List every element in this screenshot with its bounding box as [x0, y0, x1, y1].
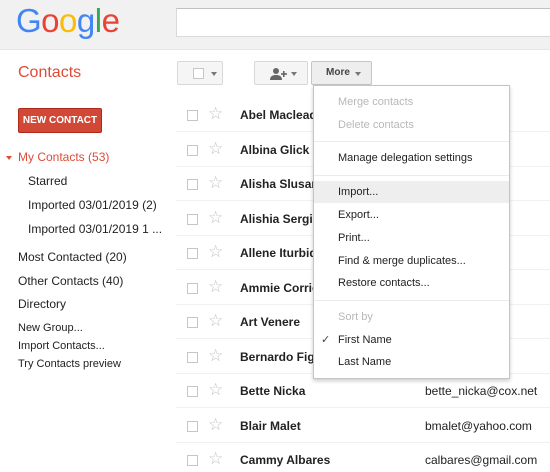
contact-name[interactable]: Abel Maclead: [240, 108, 317, 122]
google-logo[interactable]: Google: [16, 2, 120, 40]
chevron-down-icon: [211, 72, 217, 76]
add-person-icon: [270, 68, 287, 80]
row-checkbox[interactable]: [187, 420, 198, 432]
checkbox-icon: [193, 68, 204, 79]
star-icon[interactable]: ☆: [208, 173, 223, 193]
contact-email: bmalet@yahoo.com: [425, 418, 532, 433]
search-input[interactable]: [176, 8, 550, 37]
contact-name[interactable]: Bernardo Fige: [240, 350, 321, 364]
star-icon[interactable]: ☆: [208, 104, 223, 124]
sidebar-link-new-group[interactable]: New Group...: [18, 322, 83, 334]
contact-name[interactable]: Allene Iturbide: [240, 246, 323, 260]
sidebar-item-most-contacted[interactable]: Most Contacted (20): [18, 250, 127, 264]
menu-item-import[interactable]: Import...: [314, 181, 509, 203]
contact-name[interactable]: Blair Malet: [240, 419, 301, 433]
add-to-group-button[interactable]: [254, 61, 308, 85]
more-button[interactable]: More: [311, 61, 372, 85]
sidebar-item-imported-1[interactable]: Imported 03/01/2019 (2): [28, 198, 157, 212]
chevron-down-icon: [291, 72, 297, 76]
logo-letter: e: [101, 2, 120, 39]
row-checkbox[interactable]: [187, 144, 198, 156]
menu-separator: [314, 141, 509, 142]
menu-separator: [314, 300, 509, 301]
sidebar-item-starred[interactable]: Starred: [28, 174, 67, 188]
menu-item-manage-delegation[interactable]: Manage delegation settings: [314, 147, 509, 169]
star-icon[interactable]: ☆: [208, 242, 223, 262]
sidebar-link-import-contacts[interactable]: Import Contacts...: [18, 340, 105, 352]
more-dropdown-menu: Merge contacts Delete contacts Manage de…: [313, 85, 510, 379]
menu-header-sort-by: Sort by: [338, 311, 373, 323]
select-all-button[interactable]: [177, 61, 223, 85]
star-icon[interactable]: ☆: [208, 277, 223, 297]
contact-email: calbares@gmail.com: [425, 453, 538, 467]
row-checkbox[interactable]: [187, 455, 198, 466]
logo-letter: o: [41, 2, 60, 39]
row-checkbox[interactable]: [187, 317, 198, 328]
row-checkbox[interactable]: [187, 179, 198, 190]
app-title[interactable]: Contacts: [18, 64, 81, 82]
star-icon[interactable]: ☆: [208, 449, 223, 469]
contact-name[interactable]: Alisha Slusars: [240, 177, 323, 191]
checkmark-icon: ✓: [321, 333, 331, 346]
sidebar-item-other-contacts[interactable]: Other Contacts (40): [18, 274, 123, 288]
menu-item-print[interactable]: Print...: [314, 227, 509, 249]
more-button-label: More: [326, 67, 350, 78]
star-icon[interactable]: ☆: [208, 380, 223, 400]
menu-item-restore[interactable]: Restore contacts...: [314, 272, 509, 294]
chevron-down-icon: [355, 72, 361, 76]
sidebar-item-directory[interactable]: Directory: [18, 297, 66, 311]
menu-item-merge-contacts[interactable]: Merge contacts: [314, 91, 509, 113]
row-checkbox[interactable]: [187, 213, 198, 225]
table-row[interactable]: ☆ Cammy Albares calbares@gmail.com: [176, 443, 550, 472]
star-icon[interactable]: ☆: [208, 346, 223, 366]
contact-name[interactable]: Bette Nicka: [240, 384, 305, 398]
contact-name[interactable]: Albina Glick: [240, 143, 309, 157]
contact-name[interactable]: Alishia Sergi: [240, 212, 313, 226]
contact-name[interactable]: Cammy Albares: [240, 453, 330, 467]
logo-letter: l: [94, 2, 102, 39]
contact-name[interactable]: Art Venere: [240, 315, 300, 329]
row-checkbox[interactable]: [187, 282, 198, 294]
menu-item-sort-first-name[interactable]: ✓ First Name: [314, 329, 509, 351]
logo-letter: G: [16, 2, 42, 39]
logo-letter: g: [76, 2, 95, 39]
menu-item-export[interactable]: Export...: [314, 204, 509, 226]
row-checkbox[interactable]: [187, 386, 198, 397]
row-checkbox[interactable]: [187, 248, 198, 259]
menu-item-sort-last-name[interactable]: Last Name: [314, 351, 509, 373]
contact-email: bette_nicka@cox.net: [425, 384, 538, 398]
star-icon[interactable]: ☆: [208, 415, 223, 435]
top-bar: Google: [0, 0, 550, 50]
star-icon[interactable]: ☆: [208, 139, 223, 159]
expand-arrow-icon[interactable]: [6, 156, 12, 160]
logo-letter: o: [59, 2, 77, 39]
table-row[interactable]: ☆ Bette Nicka bette_nicka@cox.net: [176, 374, 550, 408]
new-contact-button[interactable]: NEW CONTACT: [18, 108, 102, 133]
row-checkbox[interactable]: [187, 351, 198, 363]
star-icon[interactable]: ☆: [208, 311, 223, 331]
contact-name[interactable]: Ammie Corrio: [240, 281, 319, 295]
menu-separator: [314, 175, 509, 176]
sidebar-link-try-preview[interactable]: Try Contacts preview: [18, 358, 121, 370]
sidebar-item-my-contacts[interactable]: My Contacts (53): [18, 150, 109, 164]
menu-item-label: First Name: [338, 334, 392, 346]
menu-item-delete-contacts[interactable]: Delete contacts: [314, 114, 509, 136]
table-row[interactable]: ☆ Blair Malet bmalet@yahoo.com: [176, 409, 550, 443]
star-icon[interactable]: ☆: [208, 208, 223, 228]
row-checkbox[interactable]: [187, 110, 198, 121]
sidebar-item-imported-2[interactable]: Imported 03/01/2019 1 ...: [28, 222, 162, 236]
menu-item-find-merge[interactable]: Find & merge duplicates...: [314, 250, 509, 272]
